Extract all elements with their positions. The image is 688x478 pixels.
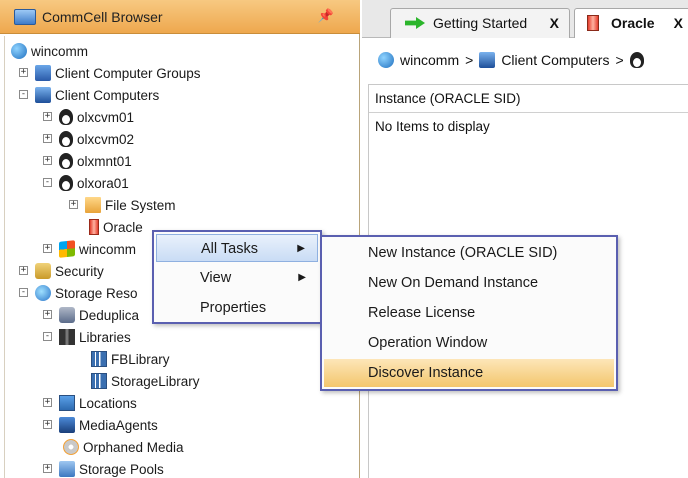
orphaned-media-icon <box>63 439 79 455</box>
tab-label: Oracle <box>611 15 655 31</box>
menu-item-operation-window[interactable]: Operation Window <box>324 329 614 357</box>
breadcrumb-item[interactable]: Client Computers <box>501 52 609 68</box>
tree-item-wincomm-root[interactable]: wincomm <box>11 42 88 62</box>
pin-icon[interactable]: 📌 <box>318 8 334 24</box>
tree-item-fblibrary[interactable]: FBLibrary <box>91 350 170 370</box>
submenu-arrow-icon: ▶ <box>298 272 306 283</box>
commcell-browser-icon <box>14 9 36 25</box>
breadcrumb-separator: > <box>615 52 624 68</box>
storage-resources-icon <box>35 285 51 301</box>
expand-toggle[interactable]: + <box>43 134 52 143</box>
tree-item-storage-pools[interactable]: Storage Pools <box>59 460 164 478</box>
close-icon[interactable]: X <box>550 9 559 37</box>
expand-toggle[interactable]: + <box>43 244 52 253</box>
menu-item-view[interactable]: View ▶ <box>156 264 318 292</box>
collapse-toggle[interactable]: - <box>43 178 52 187</box>
tape-library-icon <box>91 351 107 367</box>
client-computers-icon <box>479 52 496 68</box>
tab-strip: Getting Started X Oracle X <box>362 0 688 38</box>
arrow-right-icon <box>405 17 425 29</box>
tree-item-client-computer-groups[interactable]: Client Computer Groups <box>35 64 201 84</box>
client-computers-icon <box>35 87 51 103</box>
expand-toggle[interactable]: + <box>43 420 52 429</box>
tree-item-client-computers[interactable]: Client Computers <box>35 86 159 106</box>
lock-icon <box>35 263 51 279</box>
expand-toggle[interactable]: + <box>69 200 78 209</box>
menu-item-label: All Tasks <box>201 241 258 257</box>
collapse-toggle[interactable]: - <box>19 90 28 99</box>
libraries-icon <box>59 329 75 345</box>
breadcrumb-separator: > <box>465 52 474 68</box>
tab-label: Getting Started <box>433 15 528 31</box>
tree-item-mediaagents[interactable]: MediaAgents <box>59 416 158 436</box>
breadcrumb-root[interactable]: wincomm <box>400 52 459 68</box>
menu-item-release-license[interactable]: Release License <box>324 299 614 327</box>
expand-toggle[interactable]: + <box>19 266 28 275</box>
storage-pool-icon <box>59 461 75 477</box>
tree-item-wincomm-client[interactable]: wincomm <box>59 240 136 260</box>
panel-title: CommCell Browser <box>42 9 163 25</box>
file-system-icon <box>85 197 101 213</box>
menu-item-properties[interactable]: Properties <box>156 294 318 322</box>
expand-toggle[interactable]: + <box>19 68 28 77</box>
breadcrumb: wincomm > Client Computers > <box>362 44 688 76</box>
collapse-toggle[interactable]: - <box>43 332 52 341</box>
empty-list-message: No Items to display <box>375 119 490 134</box>
tree-item-security[interactable]: Security <box>35 262 104 282</box>
menu-item-all-tasks[interactable]: All Tasks ▶ <box>156 234 318 262</box>
deduplication-icon <box>59 307 75 323</box>
tree-item-orphaned-media[interactable]: Orphaned Media <box>63 438 184 458</box>
tree-item-olxcvm01[interactable]: olxcvm01 <box>59 108 134 128</box>
windows-icon <box>59 240 75 258</box>
linux-icon <box>629 52 644 68</box>
close-icon[interactable]: X <box>674 9 683 37</box>
expand-toggle[interactable]: + <box>43 310 52 319</box>
tree-item-libraries[interactable]: Libraries <box>59 328 131 348</box>
menu-item-discover-instance[interactable]: Discover Instance <box>324 359 614 387</box>
tree-item-locations[interactable]: Locations <box>59 394 137 414</box>
menu-item-new-on-demand-instance[interactable]: New On Demand Instance <box>324 269 614 297</box>
collapse-toggle[interactable]: - <box>19 288 28 297</box>
mediaagent-icon <box>59 417 75 433</box>
expand-toggle[interactable]: + <box>43 398 52 407</box>
linux-icon <box>59 109 73 125</box>
tree-item-file-system[interactable]: File System <box>85 196 176 216</box>
oracle-icon <box>89 219 99 235</box>
linux-icon <box>59 131 73 147</box>
tape-library-icon <box>91 373 107 389</box>
tab-oracle[interactable]: Oracle X <box>574 8 688 38</box>
tab-getting-started[interactable]: Getting Started X <box>390 8 570 38</box>
linux-icon <box>59 175 73 191</box>
context-menu: All Tasks ▶ View ▶ Properties <box>152 230 322 324</box>
tree-item-olxora01[interactable]: olxora01 <box>59 174 129 194</box>
tree-item-deduplication[interactable]: Deduplica <box>59 306 139 326</box>
tree-item-olxmnt01[interactable]: olxmnt01 <box>59 152 132 172</box>
column-header-instance[interactable]: Instance (ORACLE SID) <box>369 85 688 113</box>
menu-item-label: View <box>200 270 232 286</box>
client-group-icon <box>35 65 51 81</box>
tree-item-oracle[interactable]: Oracle <box>89 218 143 238</box>
oracle-icon <box>587 15 599 31</box>
expand-toggle[interactable]: + <box>43 156 52 165</box>
tree-item-storage-resources[interactable]: Storage Reso <box>35 284 138 304</box>
commcell-browser-header: CommCell Browser 📌 <box>0 0 360 34</box>
menu-item-new-instance[interactable]: New Instance (ORACLE SID) <box>324 239 614 267</box>
linux-icon <box>59 153 73 169</box>
all-tasks-submenu: New Instance (ORACLE SID) New On Demand … <box>320 235 618 391</box>
tree-item-olxcvm02[interactable]: olxcvm02 <box>59 130 134 150</box>
submenu-arrow-icon: ▶ <box>297 243 305 254</box>
locations-icon <box>59 395 75 411</box>
menu-item-label: Properties <box>200 300 267 316</box>
expand-toggle[interactable]: + <box>43 112 52 121</box>
expand-toggle[interactable]: + <box>43 464 52 473</box>
commcell-icon <box>11 43 27 59</box>
tree-item-storagelibrary[interactable]: StorageLibrary <box>91 372 200 392</box>
commcell-icon <box>378 52 394 68</box>
